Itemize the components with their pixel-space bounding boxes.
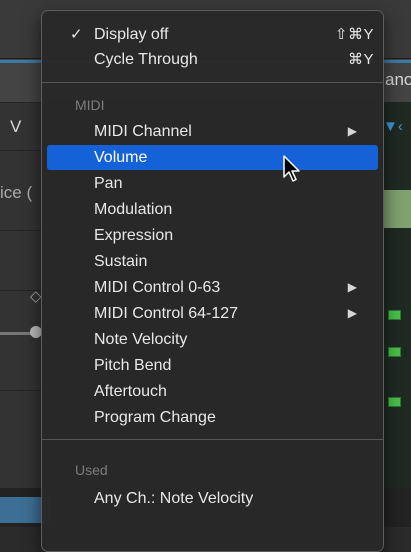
velocity-marker bbox=[388, 397, 401, 407]
menu-item-sustain[interactable]: Sustain bbox=[47, 249, 378, 274]
velocity-marker bbox=[388, 347, 401, 357]
menu-item-program-change[interactable]: Program Change bbox=[47, 405, 378, 430]
filter-icon[interactable]: ▼‹ bbox=[383, 118, 403, 135]
submenu-arrow-icon: ▶ bbox=[347, 306, 357, 320]
menu-item-midi-channel[interactable]: MIDI Channel ▶ bbox=[47, 119, 378, 144]
automation-mode-menu: ✓ Display off ⇧⌘Y Cycle Through ⌘Y MIDI … bbox=[41, 10, 384, 552]
menu-item-modulation[interactable]: Modulation bbox=[47, 197, 378, 222]
menu-item-label: Volume bbox=[94, 149, 148, 166]
menu-separator bbox=[42, 82, 383, 83]
menu-item-label: Any Ch.: Note Velocity bbox=[94, 490, 254, 507]
stepper-icon[interactable]: ◇ bbox=[30, 287, 42, 305]
menu-item-pan[interactable]: Pan bbox=[47, 171, 378, 196]
menu-item-any-ch-note-velocity[interactable]: Any Ch.: Note Velocity bbox=[47, 486, 378, 511]
checkmark-icon: ✓ bbox=[70, 26, 83, 43]
menu-item-label: Pitch Bend bbox=[94, 357, 172, 374]
track-letter: V bbox=[10, 117, 22, 136]
menu-item-midi-control-0-63[interactable]: MIDI Control 0-63 ▶ bbox=[47, 275, 378, 300]
arrow-cursor-icon bbox=[283, 155, 300, 182]
menu-item-label: MIDI Control 0-63 bbox=[94, 279, 221, 296]
menu-item-label: Cycle Through bbox=[94, 51, 198, 68]
menu-item-note-velocity[interactable]: Note Velocity bbox=[47, 327, 378, 352]
menu-item-label: Note Velocity bbox=[94, 331, 188, 348]
track-name-fragment: ice ( bbox=[0, 183, 33, 202]
shortcut-label: ⇧⌘Y bbox=[334, 26, 374, 43]
menu-item-midi-control-64-127[interactable]: MIDI Control 64-127 ▶ bbox=[47, 301, 378, 326]
velocity-marker bbox=[388, 310, 401, 320]
submenu-arrow-icon: ▶ bbox=[347, 124, 357, 138]
menu-item-label: Display off bbox=[94, 26, 169, 43]
menu-separator bbox=[42, 439, 383, 440]
submenu-arrow-icon: ▶ bbox=[347, 280, 357, 294]
menu-section-header-midi: MIDI bbox=[75, 97, 105, 113]
menu-item-label: Sustain bbox=[94, 253, 148, 270]
menu-item-display-off[interactable]: ✓ Display off ⇧⌘Y bbox=[47, 22, 378, 47]
menu-item-label: Program Change bbox=[94, 409, 216, 426]
menu-item-label: Expression bbox=[94, 227, 174, 244]
menu-item-expression[interactable]: Expression bbox=[47, 223, 378, 248]
menu-section-header-used: Used bbox=[75, 462, 108, 478]
region-lane bbox=[383, 190, 411, 228]
menu-item-cycle-through[interactable]: Cycle Through ⌘Y bbox=[47, 47, 378, 72]
menu-item-label: Pan bbox=[94, 175, 123, 192]
menu-item-volume[interactable]: Volume bbox=[47, 145, 378, 170]
menu-item-label: Modulation bbox=[94, 201, 173, 218]
shortcut-label: ⌘Y bbox=[347, 51, 374, 68]
menu-item-label: Aftertouch bbox=[94, 383, 167, 400]
menu-item-pitch-bend[interactable]: Pitch Bend bbox=[47, 353, 378, 378]
track-title-fragment: ano bbox=[385, 70, 411, 89]
menu-item-label: MIDI Channel bbox=[94, 123, 192, 140]
menu-item-label: MIDI Control 64-127 bbox=[94, 305, 239, 322]
menu-item-aftertouch[interactable]: Aftertouch bbox=[47, 379, 378, 404]
